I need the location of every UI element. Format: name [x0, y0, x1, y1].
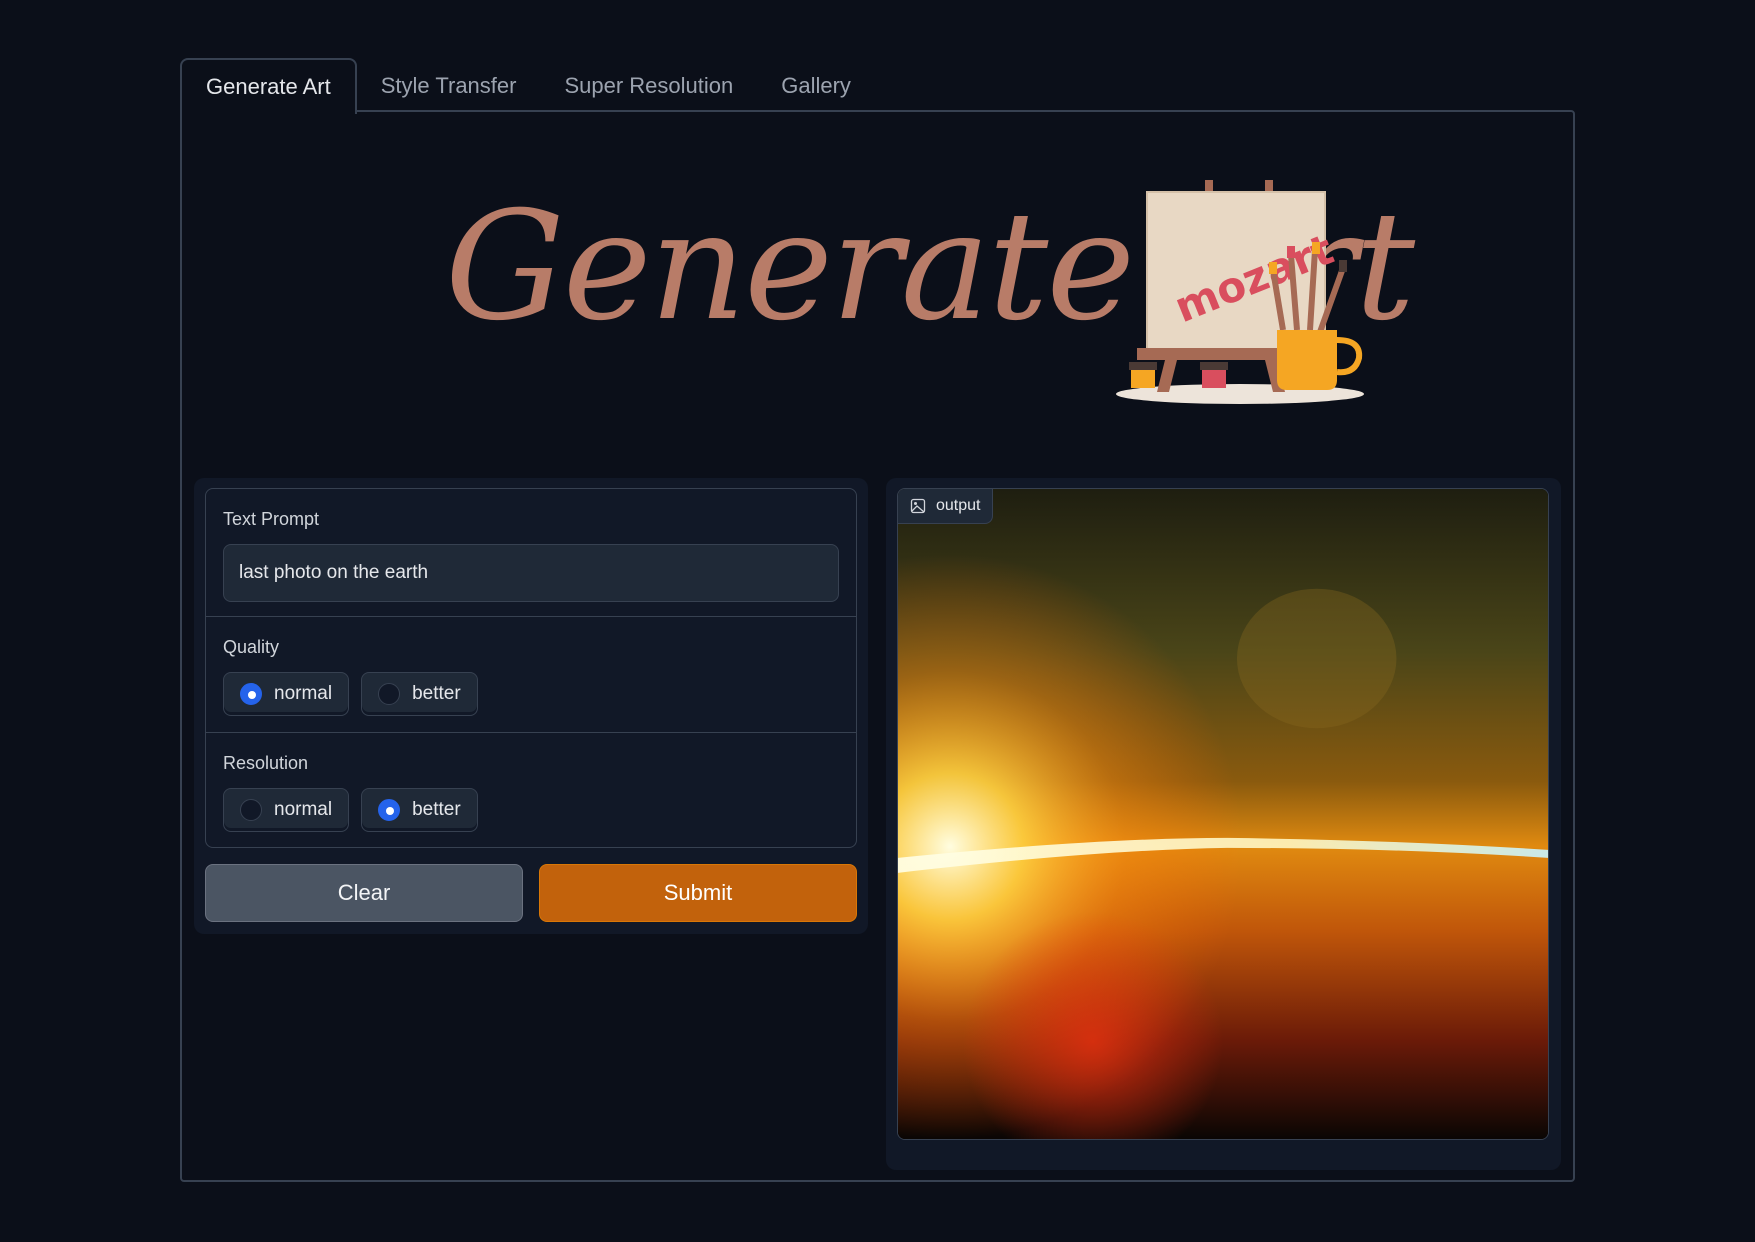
banner: Generate Art mozart [375, 140, 1415, 420]
text-prompt-label: Text Prompt [223, 509, 320, 529]
radio-selected-icon [378, 799, 401, 821]
quality-option-normal-label: normal [274, 683, 333, 704]
form-box: Text Prompt Quality normal better Resolu… [205, 488, 857, 848]
radio-selected-icon [240, 683, 262, 705]
output-panel: output [886, 478, 1561, 1170]
tab-super-resolution[interactable]: Super Resolution [540, 60, 757, 112]
resolution-field: Resolution normal better [206, 733, 856, 847]
resolution-option-normal[interactable]: normal [223, 788, 350, 832]
submit-button[interactable]: Submit [539, 864, 857, 922]
resolution-label: Resolution [223, 753, 309, 773]
tab-generate-art[interactable]: Generate Art [180, 58, 357, 114]
radio-unselected-icon [378, 683, 401, 705]
quality-option-normal[interactable]: normal [223, 672, 350, 716]
resolution-radio-group: normal better [223, 788, 839, 832]
input-panel: Text Prompt Quality normal better Resolu… [194, 478, 868, 934]
text-prompt-input[interactable] [223, 544, 839, 602]
quality-option-better[interactable]: better [361, 672, 478, 716]
radio-unselected-icon [240, 799, 262, 821]
easel-logo: mozart [1116, 180, 1364, 404]
clear-button[interactable]: Clear [205, 864, 523, 922]
tab-bar: Generate Art Style Transfer Super Resolu… [180, 56, 875, 114]
output-image [898, 489, 1548, 1139]
text-prompt-field: Text Prompt [206, 489, 856, 617]
output-image-box[interactable]: output [897, 488, 1549, 1140]
quality-radio-group: normal better [223, 672, 839, 716]
tab-style-transfer[interactable]: Style Transfer [357, 60, 541, 112]
tab-gallery[interactable]: Gallery [757, 60, 875, 112]
quality-field: Quality normal better [206, 617, 856, 733]
resolution-option-better[interactable]: better [361, 788, 478, 832]
image-icon [910, 498, 926, 514]
resolution-option-better-label: better [412, 799, 461, 820]
resolution-option-normal-label: normal [274, 799, 333, 820]
quality-option-better-label: better [412, 683, 461, 704]
quality-label: Quality [223, 637, 280, 657]
output-label-text: output [936, 497, 981, 514]
output-label: output [898, 489, 994, 524]
